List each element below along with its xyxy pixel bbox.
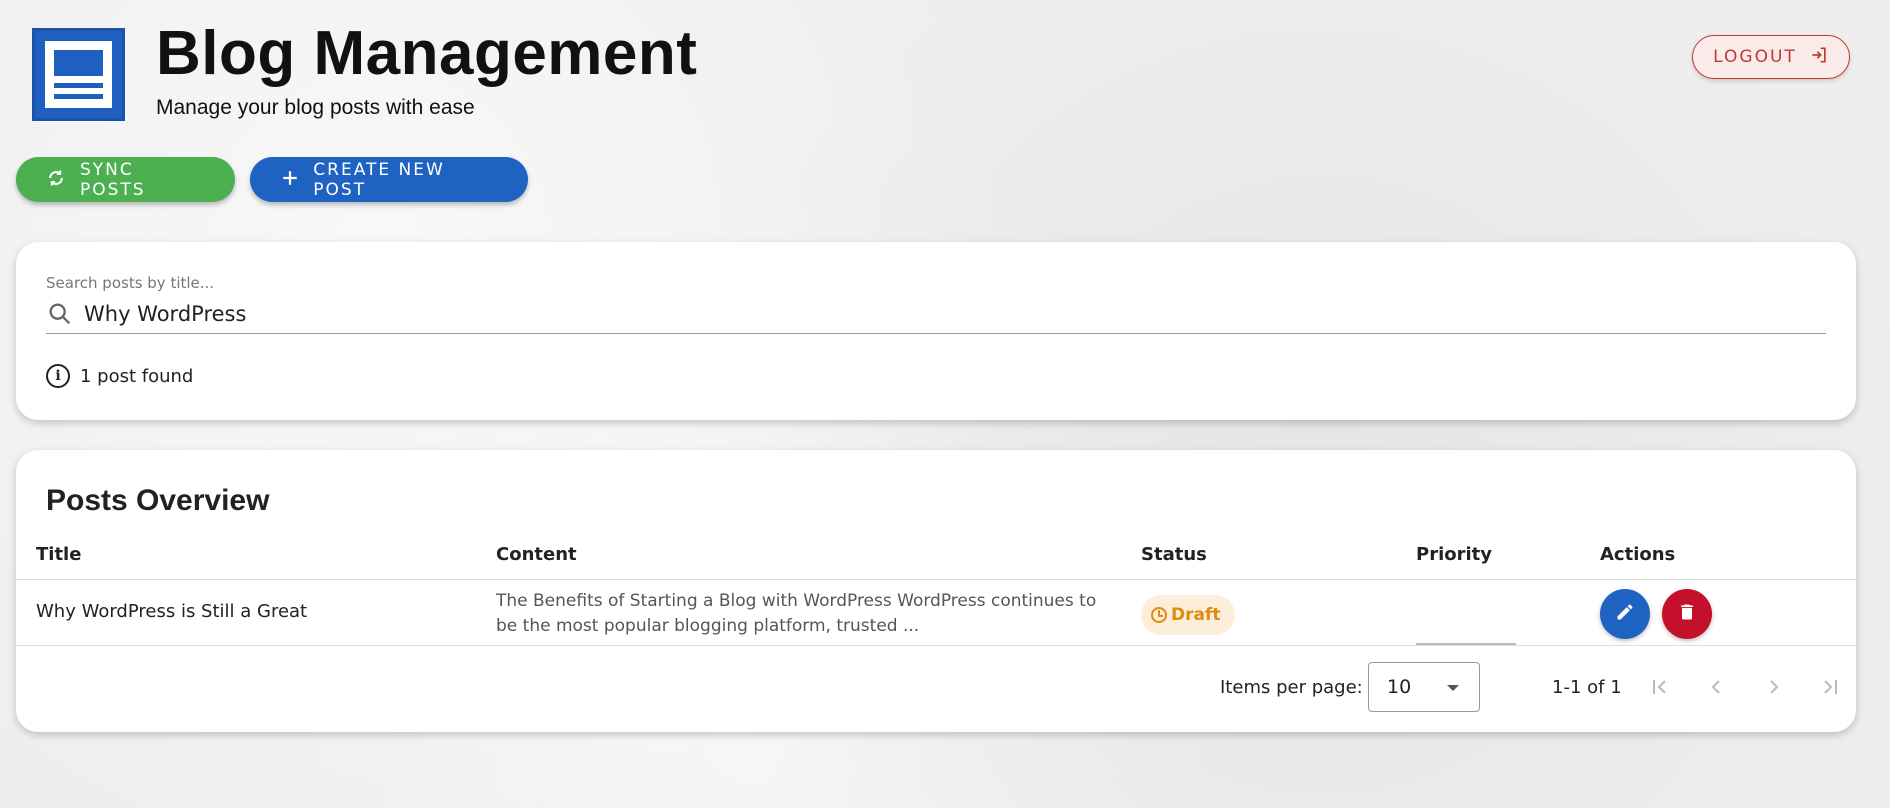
- logout-label: LOGOUT: [1713, 47, 1797, 67]
- column-header-content[interactable]: Content: [496, 544, 577, 565]
- logout-button[interactable]: LOGOUT: [1692, 35, 1850, 79]
- trash-icon: [1677, 602, 1697, 626]
- page-range-label: 1-1 of 1: [1552, 677, 1622, 698]
- posts-overview-title: Posts Overview: [46, 484, 270, 517]
- search-field[interactable]: [46, 294, 1826, 334]
- column-header-status[interactable]: Status: [1141, 544, 1207, 565]
- post-content-cell: The Benefits of Starting a Blog with Wor…: [496, 591, 1097, 636]
- login-arrow-icon: [1809, 45, 1829, 70]
- status-badge: Draft: [1141, 595, 1235, 635]
- create-post-label: CREATE NEW POST: [313, 159, 445, 200]
- items-per-page-label: Items per page:: [1220, 677, 1363, 698]
- create-post-button[interactable]: CREATE NEW POST: [250, 157, 528, 202]
- caret-down-icon: [1447, 685, 1459, 691]
- delete-post-button[interactable]: [1662, 589, 1712, 639]
- sync-icon: [46, 168, 66, 191]
- search-card: Search posts by title... i 1 post found: [16, 242, 1856, 420]
- search-label: Search posts by title...: [46, 274, 215, 292]
- items-per-page-select[interactable]: 10: [1368, 662, 1480, 712]
- previous-page-icon[interactable]: [1704, 675, 1728, 699]
- search-input[interactable]: [84, 301, 1826, 326]
- pencil-icon: [1615, 602, 1635, 626]
- next-page-icon[interactable]: [1762, 675, 1786, 699]
- info-icon: i: [46, 364, 70, 388]
- paginator: Items per page: 10 1-1 of 1: [16, 647, 1856, 732]
- clock-icon: [1151, 607, 1167, 623]
- results-count: 1 post found: [80, 365, 194, 387]
- page-subtitle: Manage your blog posts with ease: [156, 96, 475, 119]
- column-header-priority[interactable]: Priority: [1416, 544, 1492, 565]
- first-page-icon[interactable]: [1648, 675, 1672, 699]
- app-logo-icon: [32, 28, 125, 121]
- table-header: Title Content Status Priority Actions: [16, 540, 1856, 580]
- sync-posts-label: SYNC POSTS: [80, 159, 146, 200]
- column-header-actions: Actions: [1600, 544, 1676, 565]
- page-title: Blog Management: [156, 19, 698, 88]
- items-per-page-value: 10: [1387, 676, 1412, 698]
- table-row[interactable]: Why WordPress is Still a Great The Benef…: [16, 581, 1856, 646]
- posts-card: Posts Overview Title Content Status Prio…: [16, 450, 1856, 732]
- last-page-icon[interactable]: [1818, 675, 1842, 699]
- sync-posts-button[interactable]: SYNC POSTS: [16, 157, 235, 202]
- search-icon: [46, 300, 74, 328]
- post-title-cell: Why WordPress is Still a Great: [36, 601, 308, 622]
- edit-post-button[interactable]: [1600, 589, 1650, 639]
- results-info: i 1 post found: [46, 364, 193, 388]
- plus-icon: [280, 169, 299, 190]
- priority-field[interactable]: [1416, 643, 1516, 645]
- column-header-title[interactable]: Title: [36, 544, 81, 565]
- status-label: Draft: [1171, 605, 1221, 625]
